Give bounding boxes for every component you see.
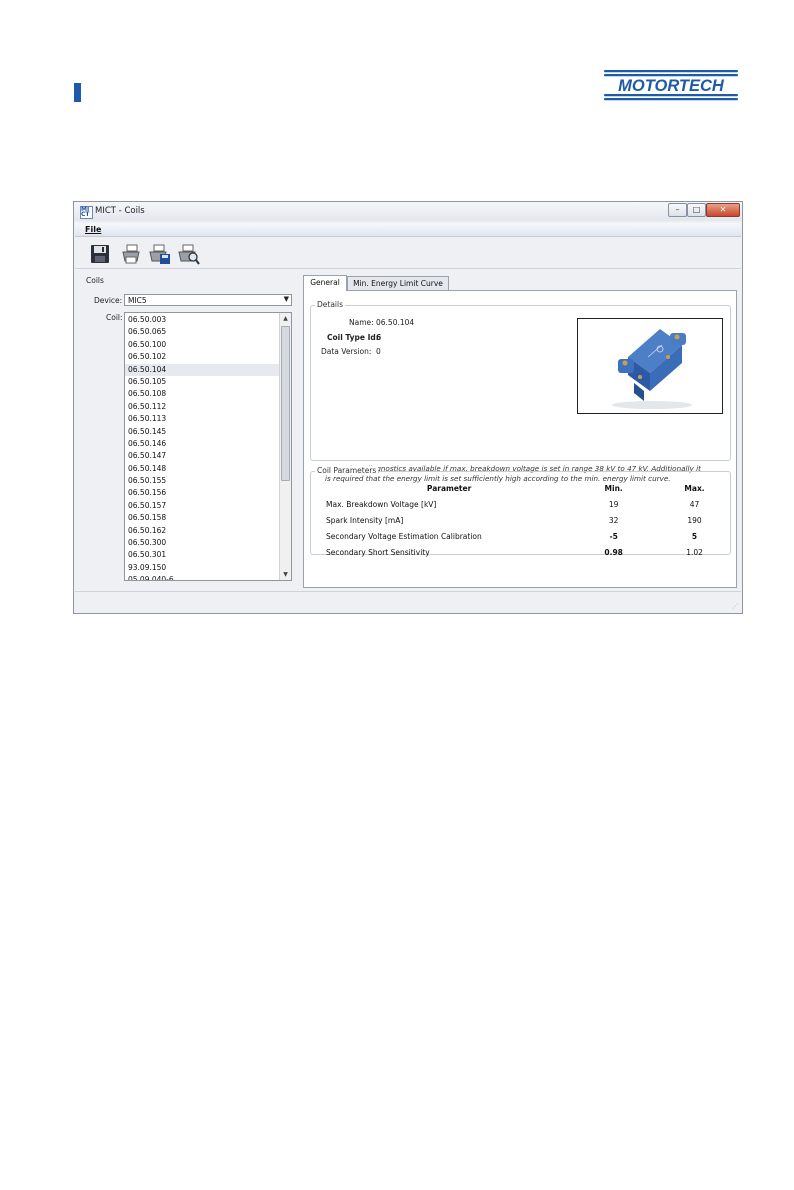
mict-app-icon: MI CT [80,206,93,219]
coils-group-label: Coils [84,276,106,285]
table-row: Max. Breakdown Voltage [kV] 19 47 [325,496,735,512]
print-save-icon[interactable] [149,243,171,265]
table-header-row: Parameter Min. Max. [325,481,735,496]
window-title: MICT - Coils [95,206,145,216]
coil-parameters-group: Coil Parameters Parameter Min. Max. Max.… [310,466,731,557]
tab-min-energy-limit-curve[interactable]: Min. Energy Limit Curve [347,276,449,290]
list-item[interactable]: 06.50.162 [125,525,279,537]
data-version-value: 0 [376,347,381,356]
param-max: 47 [689,499,700,509]
list-item[interactable]: 06.50.147 [125,450,279,462]
scroll-thumb[interactable] [281,326,290,481]
list-item[interactable]: 06.50.148 [125,463,279,475]
details-group: Details Name: 06.50.104 Coil Type Id: 6 … [310,300,731,483]
mict-coils-window: MI CT MICT - Coils – □ ✕ File Coils Devi… [73,201,743,614]
min-header: Min. [604,484,623,493]
param-name: Secondary Short Sensitivity [326,547,430,557]
list-item[interactable]: 06.50.112 [125,401,279,413]
list-item[interactable]: 06.50.155 [125,475,279,487]
coil-details-panel: General Min. Energy Limit Curve Details … [303,275,737,590]
chevron-down-icon[interactable]: ▼ [284,295,289,303]
list-item[interactable]: 06.50.300 [125,537,279,549]
param-max: 1.02 [686,547,703,557]
param-name: Spark Intensity [mA] [326,515,404,525]
list-item[interactable]: 06.50.146 [125,438,279,450]
list-item[interactable]: 06.50.301 [125,549,279,561]
coil-label: Coil: [106,313,123,322]
list-item[interactable]: 06.50.105 [125,376,279,388]
max-header: Max. [684,484,705,493]
ignition-coil-image [612,329,692,409]
table-row: Secondary Short Sensitivity 0.98 1.02 [325,544,735,560]
close-button[interactable]: ✕ [706,203,740,217]
table-row: Spark Intensity [mA] 32 190 [325,512,735,528]
print-preview-icon[interactable] [178,243,200,265]
menu-bar: File [75,223,741,237]
list-item[interactable]: 06.50.156 [125,487,279,499]
param-max: 190 [687,515,702,525]
coil-type-id-value: 6 [376,333,382,342]
param-name: Max. Breakdown Voltage [kV] [326,499,437,509]
scroll-up-icon[interactable]: ▲ [280,313,291,324]
scroll-down-icon[interactable]: ▼ [280,569,291,580]
details-group-label: Details [315,300,346,309]
list-item[interactable]: 06.50.102 [125,351,279,363]
list-item[interactable]: 06.50.158 [125,512,279,524]
coil-list-scrollbar[interactable]: ▲ ▼ [279,313,291,580]
maximize-button[interactable]: □ [687,203,706,217]
param-max: 5 [691,531,698,541]
device-select[interactable]: MIC5 ▼ [124,294,292,306]
coil-list[interactable]: 06.50.003 06.50.065 06.50.100 06.50.102 06.5… [124,312,292,581]
list-item[interactable]: 06.50.003 [125,314,279,326]
data-version-label: Data Version: [321,347,372,356]
list-item[interactable]: 05.09.040-6 [125,574,279,580]
section-marker [74,83,81,102]
list-item[interactable]: 06.50.145 [125,426,279,438]
list-item[interactable]: 06.50.157 [125,500,279,512]
device-select-value: MIC5 [128,296,147,305]
logo-text: MOTORTECH [618,77,725,95]
list-item[interactable]: 06.50.100 [125,339,279,351]
print-icon[interactable] [120,243,142,265]
coil-parameters-group-label: Coil Parameters [315,466,379,475]
list-item[interactable]: 93.09.150 [125,562,279,574]
parameter-header: Parameter [426,484,472,493]
general-tab-content: Details Name: 06.50.104 Coil Type Id: 6 … [303,290,737,588]
device-label: Device: [94,296,123,305]
list-item[interactable]: 06.50.108 [125,388,279,400]
save-icon[interactable] [89,243,111,265]
motortech-logo: MOTORTECH [602,70,740,101]
toolbar [75,238,741,269]
list-item[interactable]: 06.50.113 [125,413,279,425]
coil-list-items: 06.50.003 06.50.065 06.50.100 06.50.102 06.5… [125,314,279,580]
param-min: 19 [608,499,619,509]
resize-grip-icon[interactable]: ⋰ [732,603,738,610]
table-row: Secondary Voltage Estimation Calibration… [325,528,735,544]
name-label: Name: [349,318,374,327]
title-bar[interactable]: MI CT MICT - Coils – □ ✕ [74,202,742,221]
tab-general[interactable]: General [303,275,347,291]
minimize-button[interactable]: – [668,203,687,217]
param-min: -5 [609,531,618,541]
status-bar: ⋰ [75,591,741,612]
list-item[interactable]: 06.50.104 [125,363,279,376]
coil-parameters-table: Parameter Min. Max. Max. Breakdown Volta… [325,481,735,560]
name-value: 06.50.104 [376,318,415,327]
coil-type-id-label: Coil Type Id: [327,333,379,342]
param-name: Secondary Voltage Estimation Calibration [326,531,482,541]
coils-panel: Coils Device: MIC5 ▼ Coil: 06.50.003 06.5… [81,272,298,590]
menu-file[interactable]: File [85,225,101,234]
list-item[interactable]: 06.50.065 [125,326,279,338]
param-min: 32 [608,515,619,525]
ignition-coil-photo [577,318,723,414]
param-min: 0.98 [604,547,623,557]
